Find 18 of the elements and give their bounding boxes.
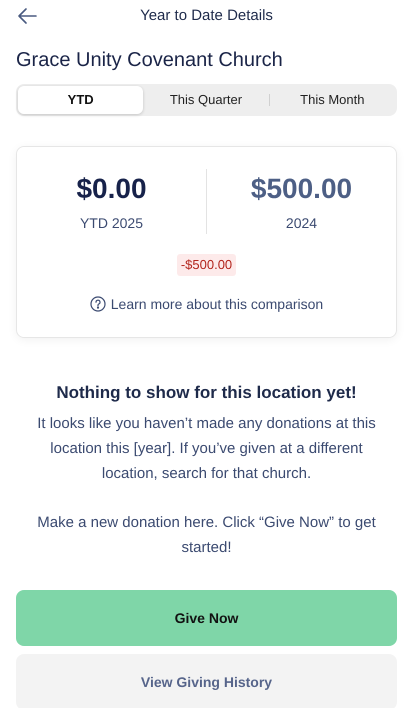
- empty-state-title: Nothing to show for this location yet!: [56, 382, 357, 404]
- back-arrow-icon[interactable]: [16, 6, 38, 26]
- previous-label: 2024: [286, 214, 318, 233]
- empty-state-text: Make a new donation here. Click “Give Now” to get started!: [36, 513, 377, 558]
- previous-amount: $500.00: [250, 172, 352, 206]
- current-label: YTD 2025: [80, 214, 144, 233]
- difference-badge: -$500.00: [176, 254, 236, 276]
- current-amount: $0.00: [76, 172, 147, 206]
- give-now-button[interactable]: Give Now: [16, 590, 397, 646]
- empty-state-text: It looks like you haven’t made any donations at this location this [year]. If you’ve given at a different location, search for that church.: [36, 414, 377, 484]
- period-tab[interactable]: This Month: [270, 86, 395, 114]
- period-tab[interactable]: YTD: [18, 86, 144, 114]
- period-tab[interactable]: This Quarter: [143, 86, 269, 114]
- church-name: Grace Unity Covenant Church: [16, 48, 284, 73]
- comparison-link[interactable]: Learn more about this comparison: [90, 294, 324, 314]
- page-title: Year to Date Details: [140, 6, 273, 26]
- help-icon: [90, 296, 106, 312]
- giving-history-button[interactable]: View Giving History: [16, 654, 397, 708]
